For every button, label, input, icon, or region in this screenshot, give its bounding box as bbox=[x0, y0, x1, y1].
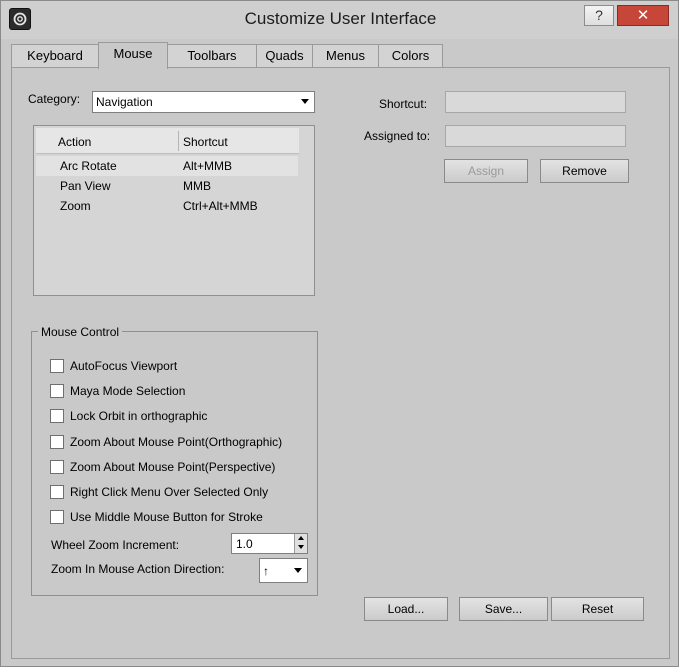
zoom-direction-label: Zoom In Mouse Action Direction: bbox=[51, 562, 225, 576]
reset-button[interactable]: Reset bbox=[551, 597, 644, 621]
spinner-arrows[interactable] bbox=[294, 534, 307, 553]
column-header-shortcut[interactable]: Shortcut bbox=[183, 135, 228, 149]
action-shortcut: MMB bbox=[183, 179, 211, 193]
lock-orbit-checkbox[interactable] bbox=[50, 409, 64, 423]
column-header-action[interactable]: Action bbox=[58, 135, 91, 149]
action-name: Arc Rotate bbox=[60, 159, 117, 173]
zoom-direction-value: ↑ bbox=[263, 564, 269, 578]
zoom-ortho-checkbox[interactable] bbox=[50, 435, 64, 449]
save-button[interactable]: Save... bbox=[459, 597, 548, 621]
right-click-menu-label: Right Click Menu Over Selected Only bbox=[70, 485, 269, 499]
tab-toolbars[interactable]: Toolbars bbox=[167, 44, 257, 68]
maya-mode-checkbox[interactable] bbox=[50, 384, 64, 398]
maya-mode-label: Maya Mode Selection bbox=[70, 384, 186, 398]
action-list[interactable]: Action Shortcut Arc Rotate Alt+MMB Pan V… bbox=[33, 125, 315, 296]
spin-up-icon[interactable] bbox=[298, 536, 304, 540]
list-item[interactable]: Arc Rotate Alt+MMB bbox=[36, 156, 298, 176]
wheel-zoom-value: 1.0 bbox=[236, 537, 253, 551]
lock-orbit-label: Lock Orbit in orthographic bbox=[70, 409, 208, 423]
category-dropdown[interactable]: Navigation bbox=[92, 91, 315, 113]
load-button[interactable]: Load... bbox=[364, 597, 448, 621]
tab-colors[interactable]: Colors bbox=[378, 44, 443, 68]
help-button[interactable]: ? bbox=[584, 5, 614, 26]
list-header: Action Shortcut bbox=[36, 128, 299, 154]
mouse-control-title: Mouse Control bbox=[38, 325, 123, 339]
wheel-zoom-label: Wheel Zoom Increment: bbox=[51, 538, 180, 552]
column-divider[interactable] bbox=[178, 131, 179, 151]
shortcut-label: Shortcut: bbox=[379, 97, 428, 111]
autofocus-viewport-checkbox[interactable] bbox=[50, 359, 64, 373]
action-name: Zoom bbox=[60, 199, 91, 213]
assign-button[interactable]: Assign bbox=[444, 159, 528, 183]
action-name: Pan View bbox=[60, 179, 111, 193]
wheel-zoom-spinner[interactable]: 1.0 bbox=[231, 533, 308, 554]
zoom-ortho-label: Zoom About Mouse Point(Orthographic) bbox=[70, 435, 283, 449]
remove-button[interactable]: Remove bbox=[540, 159, 629, 183]
title-bar[interactable]: Customize User Interface ? ✕ bbox=[1, 1, 678, 39]
zoom-perspective-checkbox[interactable] bbox=[50, 460, 64, 474]
middle-mouse-stroke-label: Use Middle Mouse Button for Stroke bbox=[70, 510, 263, 524]
tab-mouse[interactable]: Mouse bbox=[98, 42, 168, 69]
middle-mouse-stroke-checkbox[interactable] bbox=[50, 510, 64, 524]
customize-ui-dialog: Customize User Interface ? ✕ Keyboard Mo… bbox=[0, 0, 679, 667]
right-click-menu-checkbox[interactable] bbox=[50, 485, 64, 499]
category-label: Category: bbox=[28, 92, 81, 106]
tab-quads[interactable]: Quads bbox=[256, 44, 313, 68]
spin-down-icon[interactable] bbox=[298, 545, 304, 549]
shortcut-field[interactable] bbox=[445, 91, 626, 113]
list-item[interactable]: Zoom Ctrl+Alt+MMB bbox=[36, 196, 298, 216]
category-value: Navigation bbox=[96, 95, 153, 109]
zoom-perspective-label: Zoom About Mouse Point(Perspective) bbox=[70, 460, 276, 474]
chevron-down-icon bbox=[301, 99, 309, 104]
zoom-direction-dropdown[interactable]: ↑ bbox=[259, 558, 308, 583]
chevron-down-icon bbox=[294, 568, 302, 573]
assigned-to-field[interactable] bbox=[445, 125, 626, 147]
close-button[interactable]: ✕ bbox=[617, 5, 669, 26]
list-item[interactable]: Pan View MMB bbox=[36, 176, 298, 196]
tab-menus[interactable]: Menus bbox=[312, 44, 379, 68]
autofocus-viewport-label: AutoFocus Viewport bbox=[70, 359, 178, 373]
tab-keyboard[interactable]: Keyboard bbox=[11, 44, 99, 68]
window-title: Customize User Interface bbox=[244, 9, 437, 28]
action-shortcut: Alt+MMB bbox=[183, 159, 233, 173]
action-shortcut: Ctrl+Alt+MMB bbox=[183, 199, 258, 213]
assigned-to-label: Assigned to: bbox=[364, 129, 431, 143]
